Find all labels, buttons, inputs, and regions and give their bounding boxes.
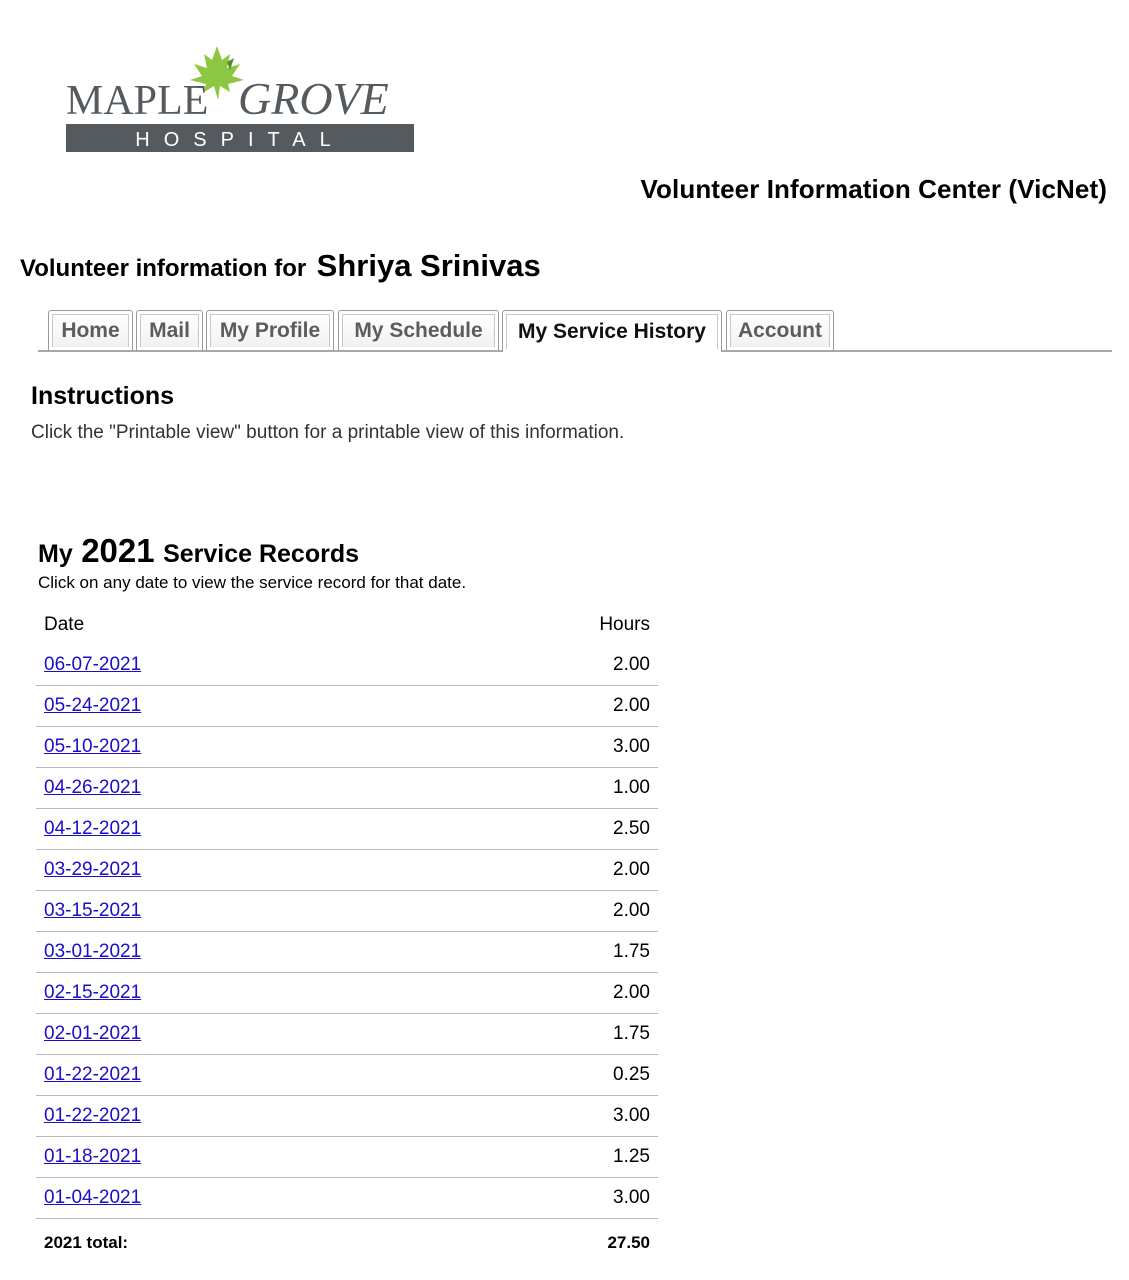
tab-account[interactable]: Account <box>726 310 834 350</box>
table-row: 06-07-2021 2.00 <box>36 645 658 686</box>
tab-home[interactable]: Home <box>48 310 133 350</box>
date-link[interactable]: 04-26-2021 <box>44 777 141 798</box>
records-title: My 2021 Service Records <box>38 532 359 570</box>
records-title-year: 2021 <box>81 532 155 569</box>
total-row: 2021 total: 27.50 <box>36 1219 658 1268</box>
date-link[interactable]: 03-15-2021 <box>44 900 141 921</box>
hours-cell: 1.25 <box>427 1136 658 1178</box>
tab-my-schedule[interactable]: My Schedule <box>338 310 499 350</box>
table-row: 03-15-2021 2.00 <box>36 890 658 932</box>
tab-mail-label: Mail <box>140 314 199 347</box>
tab-my-profile-label: My Profile <box>210 314 330 347</box>
table-header-row: Date Hours <box>36 605 658 645</box>
date-link[interactable]: 05-24-2021 <box>44 695 141 716</box>
table-row: 05-10-2021 3.00 <box>36 726 658 768</box>
hours-cell: 1.00 <box>427 767 658 809</box>
hours-cell: 3.00 <box>427 1095 658 1137</box>
table-row: 01-04-2021 3.00 <box>36 1177 658 1219</box>
total-label: 2021 total: <box>44 1233 129 1252</box>
table-row: 01-22-2021 3.00 <box>36 1095 658 1137</box>
tab-home-label: Home <box>52 314 129 347</box>
table-row: 04-12-2021 2.50 <box>36 808 658 850</box>
column-header-hours: Hours <box>599 614 650 635</box>
date-link[interactable]: 01-18-2021 <box>44 1146 141 1167</box>
instructions-title: Instructions <box>31 382 175 410</box>
logo-text-grove: GROVE <box>238 73 389 124</box>
date-link[interactable]: 05-10-2021 <box>44 736 141 757</box>
hours-cell: 2.00 <box>427 849 658 891</box>
records-subtitle: Click on any date to view the service re… <box>38 573 467 592</box>
table-row: 02-15-2021 2.00 <box>36 972 658 1014</box>
date-link[interactable]: 02-15-2021 <box>44 982 141 1003</box>
column-header-date: Date <box>44 614 85 635</box>
table-row: 01-18-2021 1.25 <box>36 1136 658 1178</box>
tab-mail[interactable]: Mail <box>136 310 203 350</box>
hours-cell: 2.00 <box>427 890 658 932</box>
tab-my-service-history-label: My Service History <box>506 314 718 349</box>
table-row: 03-01-2021 1.75 <box>36 931 658 973</box>
hospital-logo: MAPLE GROVE HOSPITAL <box>62 40 422 170</box>
nav-tabs: Home Mail My Profile My Schedule My Serv… <box>38 310 1112 352</box>
logo-text-hospital: HOSPITAL <box>135 129 344 151</box>
date-link[interactable]: 01-04-2021 <box>44 1187 141 1208</box>
table-row: 02-01-2021 1.75 <box>36 1013 658 1055</box>
volunteer-heading-prefix: Volunteer information for <box>20 255 307 282</box>
hours-cell: 2.00 <box>427 685 658 727</box>
hours-cell: 2.50 <box>427 808 658 850</box>
records-title-suffix: Service Records <box>163 540 360 568</box>
volunteer-name: Shriya Srinivas <box>316 248 541 283</box>
maple-leaf-logo-graphic: MAPLE GROVE HOSPITAL <box>66 46 414 152</box>
instructions-text: Click the "Printable view" button for a … <box>31 422 625 443</box>
date-link[interactable]: 01-22-2021 <box>44 1105 141 1126</box>
table-row: 03-29-2021 2.00 <box>36 849 658 891</box>
hours-cell: 1.75 <box>427 931 658 973</box>
hours-cell: 3.00 <box>427 726 658 768</box>
table-row: 05-24-2021 2.00 <box>36 685 658 727</box>
records-title-prefix: My <box>38 540 73 568</box>
date-link[interactable]: 03-01-2021 <box>44 941 141 962</box>
date-link[interactable]: 06-07-2021 <box>44 654 141 675</box>
tab-my-service-history[interactable]: My Service History <box>502 310 722 352</box>
date-link[interactable]: 01-22-2021 <box>44 1064 141 1085</box>
site-title: Volunteer Information Center (VicNet) <box>640 174 1107 204</box>
date-link[interactable]: 04-12-2021 <box>44 818 141 839</box>
hours-cell: 2.00 <box>427 645 658 686</box>
table-row: 04-26-2021 1.00 <box>36 767 658 809</box>
volunteer-heading: Volunteer information for Shriya Sriniva… <box>20 248 541 284</box>
date-link[interactable]: 02-01-2021 <box>44 1023 141 1044</box>
table-row: 01-22-2021 0.25 <box>36 1054 658 1096</box>
hours-cell: 1.75 <box>427 1013 658 1055</box>
date-link[interactable]: 03-29-2021 <box>44 859 141 880</box>
hours-cell: 3.00 <box>427 1177 658 1219</box>
tab-my-profile[interactable]: My Profile <box>206 310 334 350</box>
hours-cell: 2.00 <box>427 972 658 1014</box>
hours-cell: 0.25 <box>427 1054 658 1096</box>
logo-text-maple: MAPLE <box>66 78 208 124</box>
total-value: 27.50 <box>607 1233 650 1252</box>
tab-my-schedule-label: My Schedule <box>342 314 495 347</box>
service-records-table: Date Hours 06-07-2021 2.00 05-24-2021 2.00… <box>36 605 658 1267</box>
tab-account-label: Account <box>730 314 830 347</box>
